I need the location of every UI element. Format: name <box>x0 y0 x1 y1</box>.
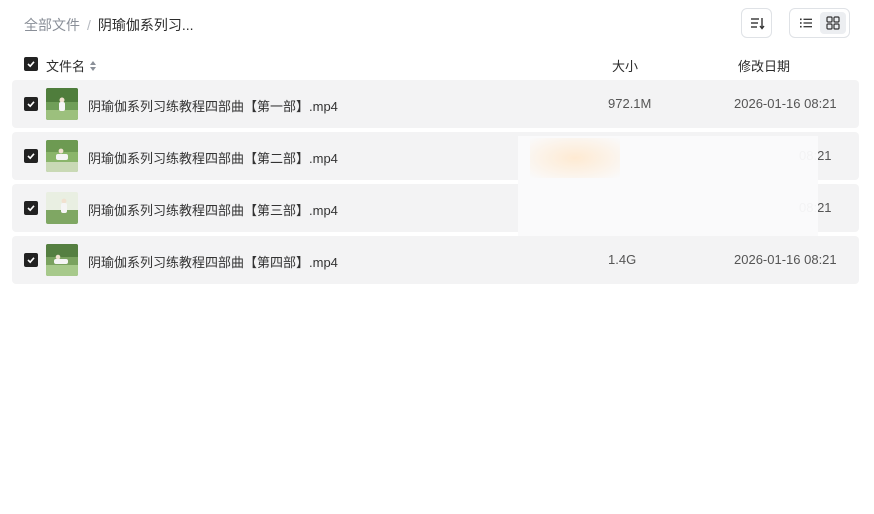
column-header-size[interactable]: 大小 <box>612 56 638 75</box>
video-thumbnail <box>46 88 78 120</box>
check-icon <box>27 61 35 68</box>
row-checkbox[interactable] <box>24 201 38 215</box>
column-header-date[interactable]: 修改日期 <box>738 56 790 75</box>
row-checkbox[interactable] <box>24 149 38 163</box>
grid-view-button[interactable] <box>820 12 846 34</box>
breadcrumb-root-link[interactable]: 全部文件 <box>24 15 80 35</box>
file-name[interactable]: 阴瑜伽系列习练教程四部曲【第四部】.mp4 <box>88 252 338 271</box>
video-thumbnail <box>46 192 78 224</box>
sort-icon <box>750 18 765 30</box>
video-thumbnail <box>46 244 78 276</box>
file-date: 2026-01-16 08:21 <box>734 96 837 111</box>
row-checkbox[interactable] <box>24 97 38 111</box>
file-row[interactable]: 阴瑜伽系列习练教程四部曲【第四部】.mp4 1.4G 2026-01-16 08… <box>12 236 859 284</box>
breadcrumb-separator: / <box>87 17 91 33</box>
file-name[interactable]: 阴瑜伽系列习练教程四部曲【第三部】.mp4 <box>88 200 338 219</box>
check-icon <box>27 101 35 108</box>
grid-view-icon <box>826 16 840 30</box>
breadcrumb-current-folder: 阴瑜伽系列习... <box>97 17 194 33</box>
file-name[interactable]: 阴瑜伽系列习练教程四部曲【第一部】.mp4 <box>88 96 338 115</box>
row-checkbox[interactable] <box>24 253 38 267</box>
check-icon <box>27 205 35 212</box>
check-icon <box>27 153 35 160</box>
blurred-overlay-glow <box>530 138 620 178</box>
select-all-checkbox[interactable] <box>24 57 38 71</box>
file-name[interactable]: 阴瑜伽系列习练教程四部曲【第二部】.mp4 <box>88 148 338 167</box>
file-size: 972.1M <box>608 96 652 111</box>
column-name-label: 文件名 <box>46 59 86 74</box>
list-view-button[interactable] <box>793 12 819 34</box>
sort-toggle-icon <box>89 60 97 72</box>
view-toggle-group <box>789 8 850 38</box>
check-icon <box>27 257 35 264</box>
sort-button[interactable] <box>741 8 772 38</box>
file-list-header: 文件名 大小 修改日期 <box>0 52 874 76</box>
file-date: 2026-01-16 08:21 <box>734 252 837 267</box>
video-thumbnail <box>46 140 78 172</box>
breadcrumb: 全部文件 / 阴瑜伽系列习... <box>24 15 194 35</box>
file-size: 1.4G <box>608 252 637 267</box>
file-row[interactable]: 阴瑜伽系列习练教程四部曲【第一部】.mp4 972.1M 2026-01-16 … <box>12 80 859 128</box>
column-header-name[interactable]: 文件名 <box>46 56 97 75</box>
top-bar: 全部文件 / 阴瑜伽系列习... <box>0 0 874 46</box>
list-view-icon <box>800 18 812 28</box>
